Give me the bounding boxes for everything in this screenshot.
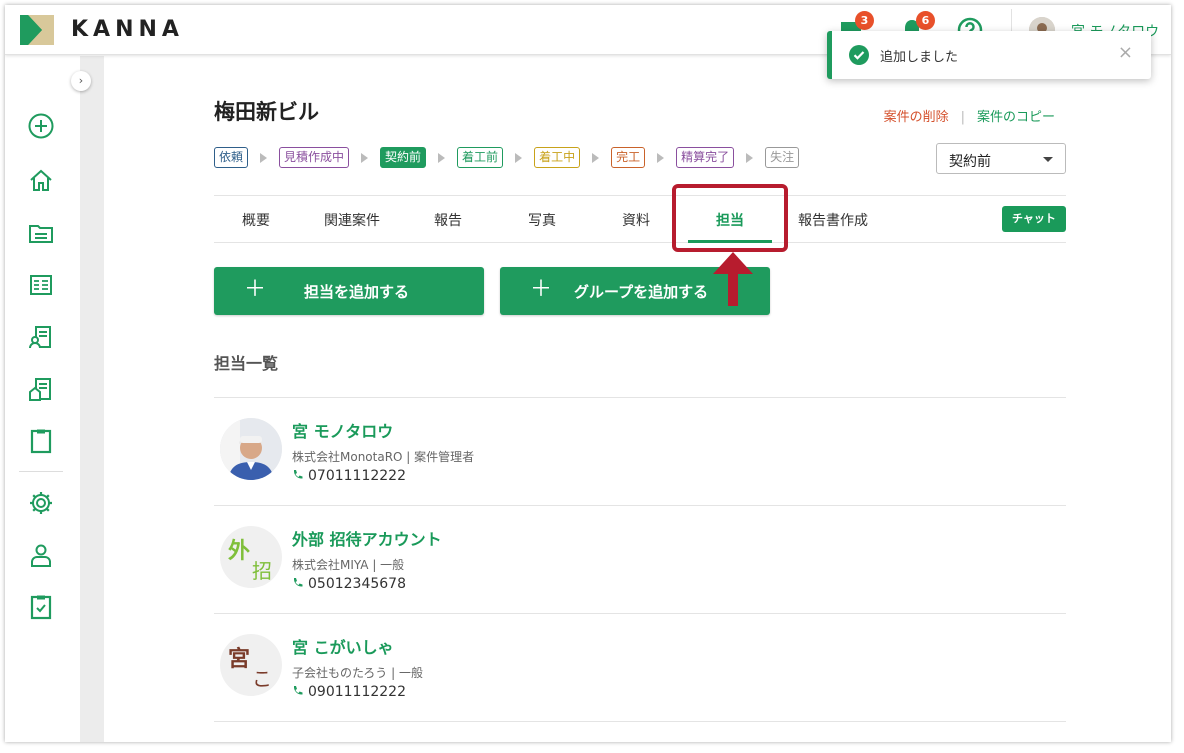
phone-icon (293, 686, 303, 695)
clipboard-icon[interactable] (28, 428, 54, 454)
add-circle-icon[interactable] (28, 113, 54, 139)
folder-icon[interactable] (28, 220, 54, 246)
tab-documents[interactable]: 資料 (622, 210, 650, 230)
member-phone-number: 09011112222 (308, 684, 406, 700)
tab-report[interactable]: 報告 (434, 210, 462, 230)
member-name[interactable]: 外部 招待アカウント (292, 526, 442, 550)
step-arrow-icon (657, 152, 665, 163)
check-circle-icon (849, 45, 869, 65)
tab-report-creation[interactable]: 報告書作成 (798, 210, 868, 230)
step-arrow-icon (260, 152, 268, 163)
toast-message: 追加しました (880, 50, 959, 65)
success-toast: 追加しました × (827, 31, 1151, 79)
avatar (220, 418, 282, 480)
member-phone-number: 05012345678 (308, 576, 406, 592)
status-step[interactable]: 依頼 (214, 147, 249, 168)
chevron-down-icon (1043, 157, 1053, 162)
tab-related[interactable]: 関連案件 (324, 210, 380, 230)
logo-text[interactable]: KANNA (71, 17, 184, 42)
tab-photos[interactable]: 写真 (528, 210, 556, 230)
add-group-label: グループを追加する (574, 283, 709, 301)
app-window: KANNA 3 6 追加しました × › 梅田新ビル 案件の削除 | 案件のコピ… (5, 5, 1171, 742)
avatar: 外 招 (220, 526, 282, 588)
avatar: 宮 こ (220, 634, 282, 696)
member-phone: 09011112222 (292, 684, 406, 700)
member-org: 株式会社MIYA | 一般 (292, 558, 405, 572)
avatar-char-2: こ (252, 667, 272, 691)
building-document-icon[interactable] (28, 376, 54, 402)
tab-overview[interactable]: 概要 (242, 210, 270, 230)
kanna-logo-icon[interactable] (20, 15, 54, 45)
member-photo-icon (220, 418, 282, 480)
status-step[interactable]: 契約前 (380, 147, 427, 168)
delete-project-link[interactable]: 案件の削除 (884, 110, 949, 125)
member-phone-number: 07011112222 (308, 468, 406, 484)
link-separator: | (960, 110, 965, 125)
sidebar (5, 56, 80, 742)
close-icon[interactable]: × (1118, 43, 1133, 63)
add-member-button[interactable]: ＋ 担当を追加する (214, 267, 484, 315)
tab-highlight-annotation (672, 184, 788, 252)
step-arrow-icon (592, 152, 600, 163)
member-name[interactable]: 宮 モノタロウ (292, 418, 393, 442)
step-arrow-icon (746, 152, 754, 163)
up-arrow-annotation-icon (713, 252, 753, 306)
status-step[interactable]: 失注 (765, 147, 800, 168)
step-arrow-icon (515, 152, 523, 163)
status-select[interactable]: 契約前 (936, 143, 1066, 174)
notification-badge: 6 (916, 11, 935, 30)
page-title: 梅田新ビル (214, 100, 319, 124)
home-icon[interactable] (28, 168, 54, 194)
status-step[interactable]: 着工中 (534, 147, 581, 168)
report-list-icon[interactable] (28, 272, 54, 298)
phone-icon (293, 470, 303, 479)
member-row[interactable]: 宮 こ 宮 こがいしゃ 子会社ものたろう | 一般 09011112222 (214, 614, 1066, 722)
sidebar-rail (80, 56, 104, 742)
status-step[interactable]: 精算完了 (676, 147, 735, 168)
member-row[interactable]: 宮 モノタロウ 株式会社MonotaRO | 案件管理者 07011112222 (214, 398, 1066, 506)
status-step[interactable]: 着工前 (457, 147, 504, 168)
member-org: 子会社ものたろう | 一般 (292, 666, 423, 680)
avatar-char-1: 宮 (228, 647, 251, 672)
phone-icon (293, 578, 303, 587)
gear-icon[interactable] (28, 490, 54, 516)
copy-project-link[interactable]: 案件のコピー (977, 110, 1055, 125)
member-phone: 05012345678 (292, 576, 406, 592)
sidebar-divider (19, 471, 63, 472)
sidebar-expand-button[interactable]: › (71, 71, 91, 91)
status-steps: 依頼 見積作成中 契約前 着工前 着工中 完工 精算完了 失注 (214, 147, 800, 168)
chat-badge: 3 (855, 11, 874, 30)
plus-icon: ＋ (530, 277, 553, 302)
status-step[interactable]: 見積作成中 (279, 147, 350, 168)
project-actions: 案件の削除 | 案件のコピー (884, 106, 1055, 125)
add-member-label: 担当を追加する (304, 283, 410, 301)
status-step[interactable]: 完工 (611, 147, 646, 168)
member-org: 株式会社MonotaRO | 案件管理者 (292, 450, 475, 464)
plus-icon: ＋ (244, 277, 267, 302)
avatar-char-2: 招 (252, 559, 272, 583)
member-row[interactable]: 外 招 外部 招待アカウント 株式会社MIYA | 一般 05012345678 (214, 506, 1066, 614)
main-content: 梅田新ビル 案件の削除 | 案件のコピー 依頼 見積作成中 契約前 着工前 着工中 完工 精算完… (104, 56, 1171, 742)
member-name[interactable]: 宮 こがいしゃ (292, 634, 394, 658)
step-arrow-icon (361, 152, 369, 163)
chat-button[interactable]: チャット (1002, 206, 1066, 232)
member-phone: 07011112222 (292, 468, 406, 484)
step-arrow-icon (438, 152, 446, 163)
tab-bar: 概要 関連案件 報告 写真 資料 担当 報告書作成 チャット (214, 195, 1066, 243)
avatar-char-1: 外 (228, 539, 251, 564)
checklist-icon[interactable] (28, 594, 54, 620)
document-person-icon[interactable] (28, 324, 54, 350)
user-icon[interactable] (28, 542, 54, 568)
status-select-value: 契約前 (949, 154, 991, 170)
members-section-title: 担当一覧 (214, 354, 279, 373)
